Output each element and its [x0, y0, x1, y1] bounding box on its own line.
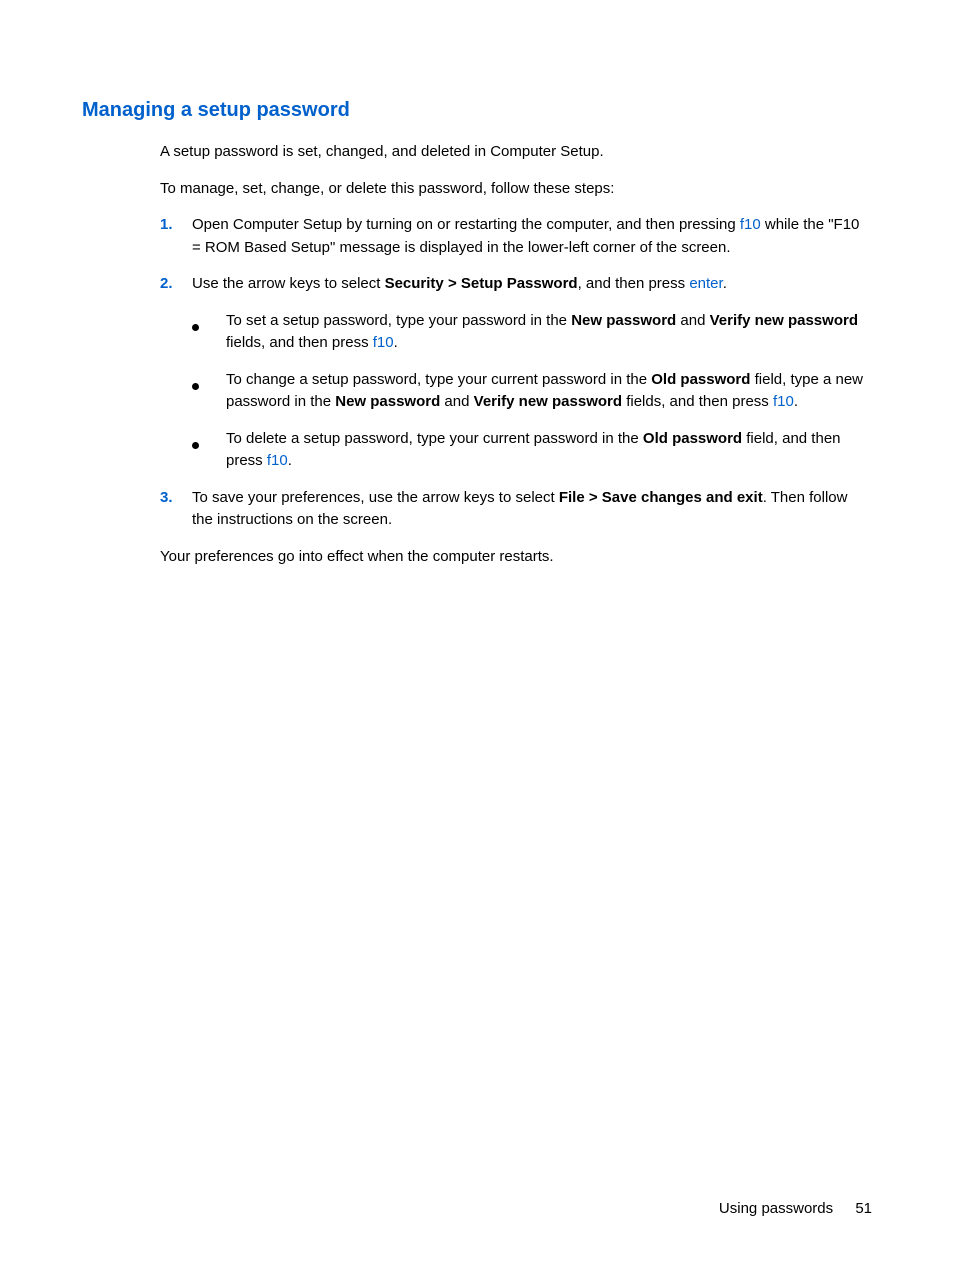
step-3: 3. To save your preferences, use the arr… [160, 487, 872, 532]
text: To change a setup password, type your cu… [226, 371, 651, 388]
text: and [676, 312, 709, 329]
step-body: Open Computer Setup by turning on or res… [192, 214, 872, 259]
page-number: 51 [855, 1200, 872, 1217]
bullet-item-delete: To delete a setup password, type your cu… [192, 428, 872, 473]
menu-path: Security > Setup Password [385, 275, 578, 292]
field-name: Verify new password [474, 393, 622, 410]
field-name: Old password [651, 371, 750, 388]
bullet-icon [192, 428, 226, 457]
field-name: New password [571, 312, 676, 329]
field-name: Verify new password [710, 312, 858, 329]
text: . [794, 393, 798, 410]
step-number: 2. [160, 273, 192, 296]
text: To set a setup password, type your passw… [226, 312, 571, 329]
step-1: 1. Open Computer Setup by turning on or … [160, 214, 872, 259]
bullet-icon [192, 310, 226, 339]
text: fields, and then press [226, 334, 373, 351]
text: , and then press [578, 275, 690, 292]
text: and [440, 393, 473, 410]
step-body: Use the arrow keys to select Security > … [192, 273, 872, 296]
field-name: New password [335, 393, 440, 410]
text: To save your preferences, use the arrow … [192, 489, 559, 506]
bullet-body: To change a setup password, type your cu… [226, 369, 872, 414]
field-name: Old password [643, 430, 742, 447]
section-heading: Managing a setup password [82, 95, 872, 125]
intro-paragraph-1: A setup password is set, changed, and de… [160, 141, 872, 164]
bullet-body: To set a setup password, type your passw… [226, 310, 872, 355]
key-link-enter[interactable]: enter [689, 275, 722, 292]
key-link-f10[interactable]: f10 [373, 334, 394, 351]
text: . [288, 452, 292, 469]
text: Use the arrow keys to select [192, 275, 385, 292]
text: Open Computer Setup by turning on or res… [192, 216, 740, 233]
key-link-f10[interactable]: f10 [773, 393, 794, 410]
step-2: 2. Use the arrow keys to select Security… [160, 273, 872, 296]
intro-paragraph-2: To manage, set, change, or delete this p… [160, 178, 872, 201]
key-link-f10[interactable]: f10 [740, 216, 761, 233]
bullet-item-set: To set a setup password, type your passw… [192, 310, 872, 355]
footer-section-name: Using passwords [719, 1200, 833, 1217]
bullet-icon [192, 369, 226, 398]
sub-bullet-list: To set a setup password, type your passw… [192, 310, 872, 473]
closing-paragraph: Your preferences go into effect when the… [160, 546, 872, 569]
text: To delete a setup password, type your cu… [226, 430, 643, 447]
step-number: 3. [160, 487, 192, 510]
page-footer: Using passwords 51 [719, 1198, 872, 1221]
text: . [723, 275, 727, 292]
step-body: To save your preferences, use the arrow … [192, 487, 872, 532]
text: fields, and then press [622, 393, 773, 410]
menu-path: File > Save changes and exit [559, 489, 763, 506]
bullet-body: To delete a setup password, type your cu… [226, 428, 872, 473]
step-number: 1. [160, 214, 192, 237]
key-link-f10[interactable]: f10 [267, 452, 288, 469]
bullet-item-change: To change a setup password, type your cu… [192, 369, 872, 414]
text: . [394, 334, 398, 351]
